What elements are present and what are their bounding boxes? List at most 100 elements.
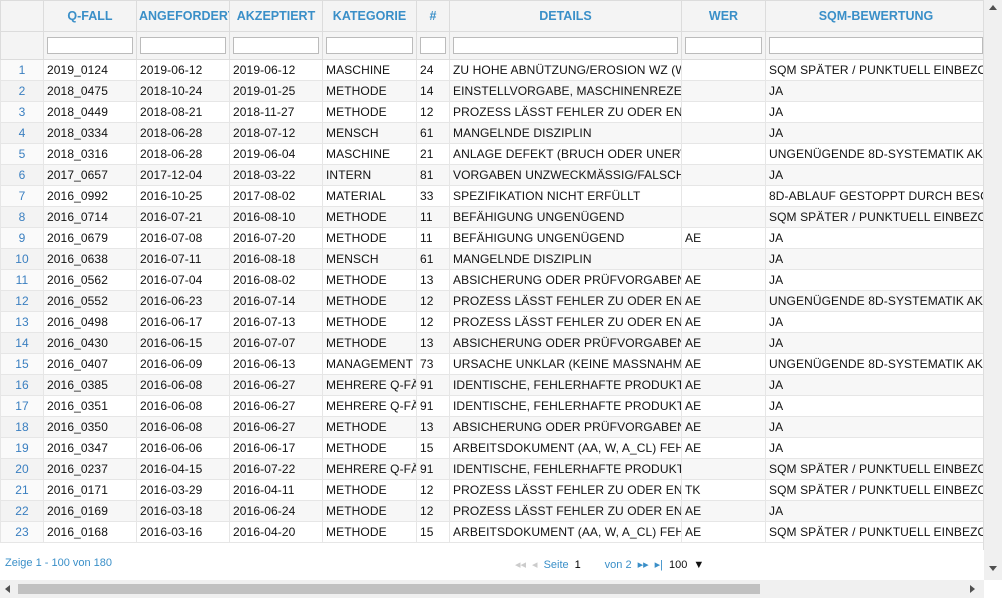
table-row[interactable]: 18 2016_0350 2016-06-08 2016-06-27 METHODE 13… (0, 416, 983, 438)
column-filter-input[interactable] (769, 36, 983, 54)
table-cell: 2016-06-13 (229, 353, 323, 375)
table-row[interactable]: 7 2016_0992 2016-10-25 2017-08-02 MATERIAL 33… (0, 185, 983, 207)
table-cell: 2016_0679 (43, 227, 137, 249)
first-page-icon[interactable]: ◂◂ (515, 558, 526, 571)
horizontal-scroll-thumb[interactable] (18, 584, 760, 594)
column-header[interactable]: WER (681, 0, 766, 32)
table-cell: AE (681, 353, 766, 375)
table-row[interactable]: 21 2016_0171 2016-03-29 2016-04-11 METHODE 12… (0, 479, 983, 501)
filter-cell (136, 31, 230, 60)
table-cell: 12 (416, 311, 450, 333)
table-cell: 2016-06-08 (136, 374, 230, 396)
table-row[interactable]: 12 2016_0552 2016-06-23 2016-07-14 METHODE 12… (0, 290, 983, 312)
table-cell: TK (681, 479, 766, 501)
table-cell: MANAGEMENT (322, 353, 417, 375)
table-row[interactable]: 4 2018_0334 2018-06-28 2018-07-12 MENSCH 61 MA… (0, 122, 983, 144)
column-header[interactable]: KATEGORIE (322, 0, 417, 32)
table-cell: PROZESS LÄSST FEHLER ZU ODER EN (449, 290, 682, 312)
table-cell: MANGELNDE DISZIPLIN (449, 248, 682, 270)
table-row[interactable]: 19 2016_0347 2016-06-06 2016-06-17 METHODE 15… (0, 437, 983, 459)
table-cell: 2016_0498 (43, 311, 137, 333)
prev-page-icon[interactable]: ◂ (532, 558, 538, 571)
table-row[interactable]: 16 2016_0385 2016-06-08 2016-06-27 MEHRERE Q… (0, 374, 983, 396)
table-cell: METHODE (322, 290, 417, 312)
pagination: ◂◂ ◂ Seite von 2 ▸▸ ▸| 100 ▼ (515, 558, 704, 571)
table-row[interactable]: 3 2018_0449 2018-08-21 2018-11-27 METHODE 12 P… (0, 101, 983, 123)
table-cell: SQM SPÄTER / PUNKTUELL EINBEZO (765, 521, 983, 543)
table-cell: 2018_0316 (43, 143, 137, 165)
column-filter-input[interactable] (685, 36, 762, 54)
scroll-down-icon[interactable] (989, 566, 997, 571)
table-row[interactable]: 5 2018_0316 2018-06-28 2019-06-04 MASCHINE 21… (0, 143, 983, 165)
table-cell: 2016-06-24 (229, 500, 323, 522)
table-cell: ABSICHERUNG ODER PRÜFVORGABEN (449, 269, 682, 291)
row-number: 22 (0, 500, 44, 522)
table-cell: JA (765, 500, 983, 522)
table-row[interactable]: 11 2016_0562 2016-07-04 2016-08-02 METHODE 13… (0, 269, 983, 291)
column-header[interactable]: # (416, 0, 450, 32)
table-row[interactable]: 14 2016_0430 2016-06-15 2016-07-07 METHODE 13… (0, 332, 983, 354)
table-cell: 2016-06-27 (229, 416, 323, 438)
column-filter-input[interactable] (420, 36, 446, 54)
table-row[interactable]: 1 2019_0124 2019-06-12 2019-06-12 MASCHINE 24… (0, 59, 983, 81)
row-number: 19 (0, 437, 44, 459)
table-cell: MATERIAL (322, 185, 417, 207)
column-header[interactable]: SQM-BEWERTUNG (765, 0, 983, 32)
table-cell: METHODE (322, 521, 417, 543)
column-header[interactable]: Q-FALL (43, 0, 137, 32)
table-cell: 61 (416, 122, 450, 144)
column-header[interactable]: ANGEFORDERT (136, 0, 230, 32)
table-cell: 2016-03-18 (136, 500, 230, 522)
table-cell: INTERN (322, 164, 417, 186)
table-row[interactable]: 17 2016_0351 2016-06-08 2016-06-27 MEHRERE Q… (0, 395, 983, 417)
table-row[interactable]: 13 2016_0498 2016-06-17 2016-07-13 METHODE 12… (0, 311, 983, 333)
column-filter-input[interactable] (47, 36, 133, 54)
table-cell: 2016_0992 (43, 185, 137, 207)
next-page-icon[interactable]: ▸▸ (638, 558, 649, 571)
row-number: 21 (0, 479, 44, 501)
table-row[interactable]: 20 2016_0237 2016-04-15 2016-07-22 MEHRERE Q… (0, 458, 983, 480)
table-row[interactable]: 10 2016_0638 2016-07-11 2016-08-18 MENSCH 61 M… (0, 248, 983, 270)
table-cell: METHODE (322, 332, 417, 354)
table-row[interactable]: 6 2017_0657 2017-12-04 2018-03-22 INTERN 81 VO… (0, 164, 983, 186)
table-cell (681, 101, 766, 123)
table-cell: METHODE (322, 479, 417, 501)
table-cell: 2016-07-20 (229, 227, 323, 249)
page-label: Seite (543, 558, 569, 571)
table-row[interactable]: 15 2016_0407 2016-06-09 2016-06-13 MANAGEMEN… (0, 353, 983, 375)
column-filter-input[interactable] (140, 36, 226, 54)
table-cell: ZU HOHE ABNÜTZUNG/EROSION WZ (W (449, 59, 682, 81)
table-row[interactable]: 2 2018_0475 2018-10-24 2019-01-25 METHODE 14 E… (0, 80, 983, 102)
filter-cell (681, 31, 766, 60)
table-cell: METHODE (322, 500, 417, 522)
table-body: 1 2019_0124 2019-06-12 2019-06-12 MASCHINE 24… (0, 59, 983, 543)
page-input[interactable] (574, 558, 599, 571)
table-row[interactable]: 23 2016_0168 2016-03-16 2016-04-20 METHODE 15… (0, 521, 983, 543)
chevron-down-icon[interactable]: ▼ (693, 559, 704, 571)
horizontal-scrollbar[interactable] (0, 580, 984, 598)
vertical-scrollbar[interactable] (984, 0, 1002, 580)
scroll-left-icon[interactable] (5, 585, 10, 593)
table-cell: EINSTELLVORGABE, MASCHINENREZEI (449, 80, 682, 102)
table-cell (681, 248, 766, 270)
record-count-info: Zeige 1 - 100 von 180 (5, 557, 113, 569)
last-page-icon[interactable]: ▸| (655, 558, 663, 571)
column-filter-input[interactable] (233, 36, 319, 54)
table-cell: PROZESS LÄSST FEHLER ZU ODER EN (449, 311, 682, 333)
table-cell: ARBEITSDOKUMENT (AA, W, A_CL) FEH (449, 521, 682, 543)
row-number: 11 (0, 269, 44, 291)
column-header[interactable]: AKZEPTIERT (229, 0, 323, 32)
table-row[interactable]: 22 2016_0169 2016-03-18 2016-06-24 METHODE 12… (0, 500, 983, 522)
table-cell: 2018-03-22 (229, 164, 323, 186)
column-header[interactable]: DETAILS (449, 0, 682, 32)
scroll-right-icon[interactable] (970, 585, 975, 593)
column-filter-input[interactable] (326, 36, 413, 54)
column-filter-input[interactable] (453, 36, 678, 54)
page-size-select[interactable]: 100 (669, 559, 687, 571)
table-cell: 2016-06-23 (136, 290, 230, 312)
table-cell: 2016-03-16 (136, 521, 230, 543)
table-row[interactable]: 9 2016_0679 2016-07-08 2016-07-20 METHODE 11 B… (0, 227, 983, 249)
table-cell: JA (765, 416, 983, 438)
table-row[interactable]: 8 2016_0714 2016-07-21 2016-08-10 METHODE 11 B… (0, 206, 983, 228)
scroll-up-icon[interactable] (989, 5, 997, 10)
